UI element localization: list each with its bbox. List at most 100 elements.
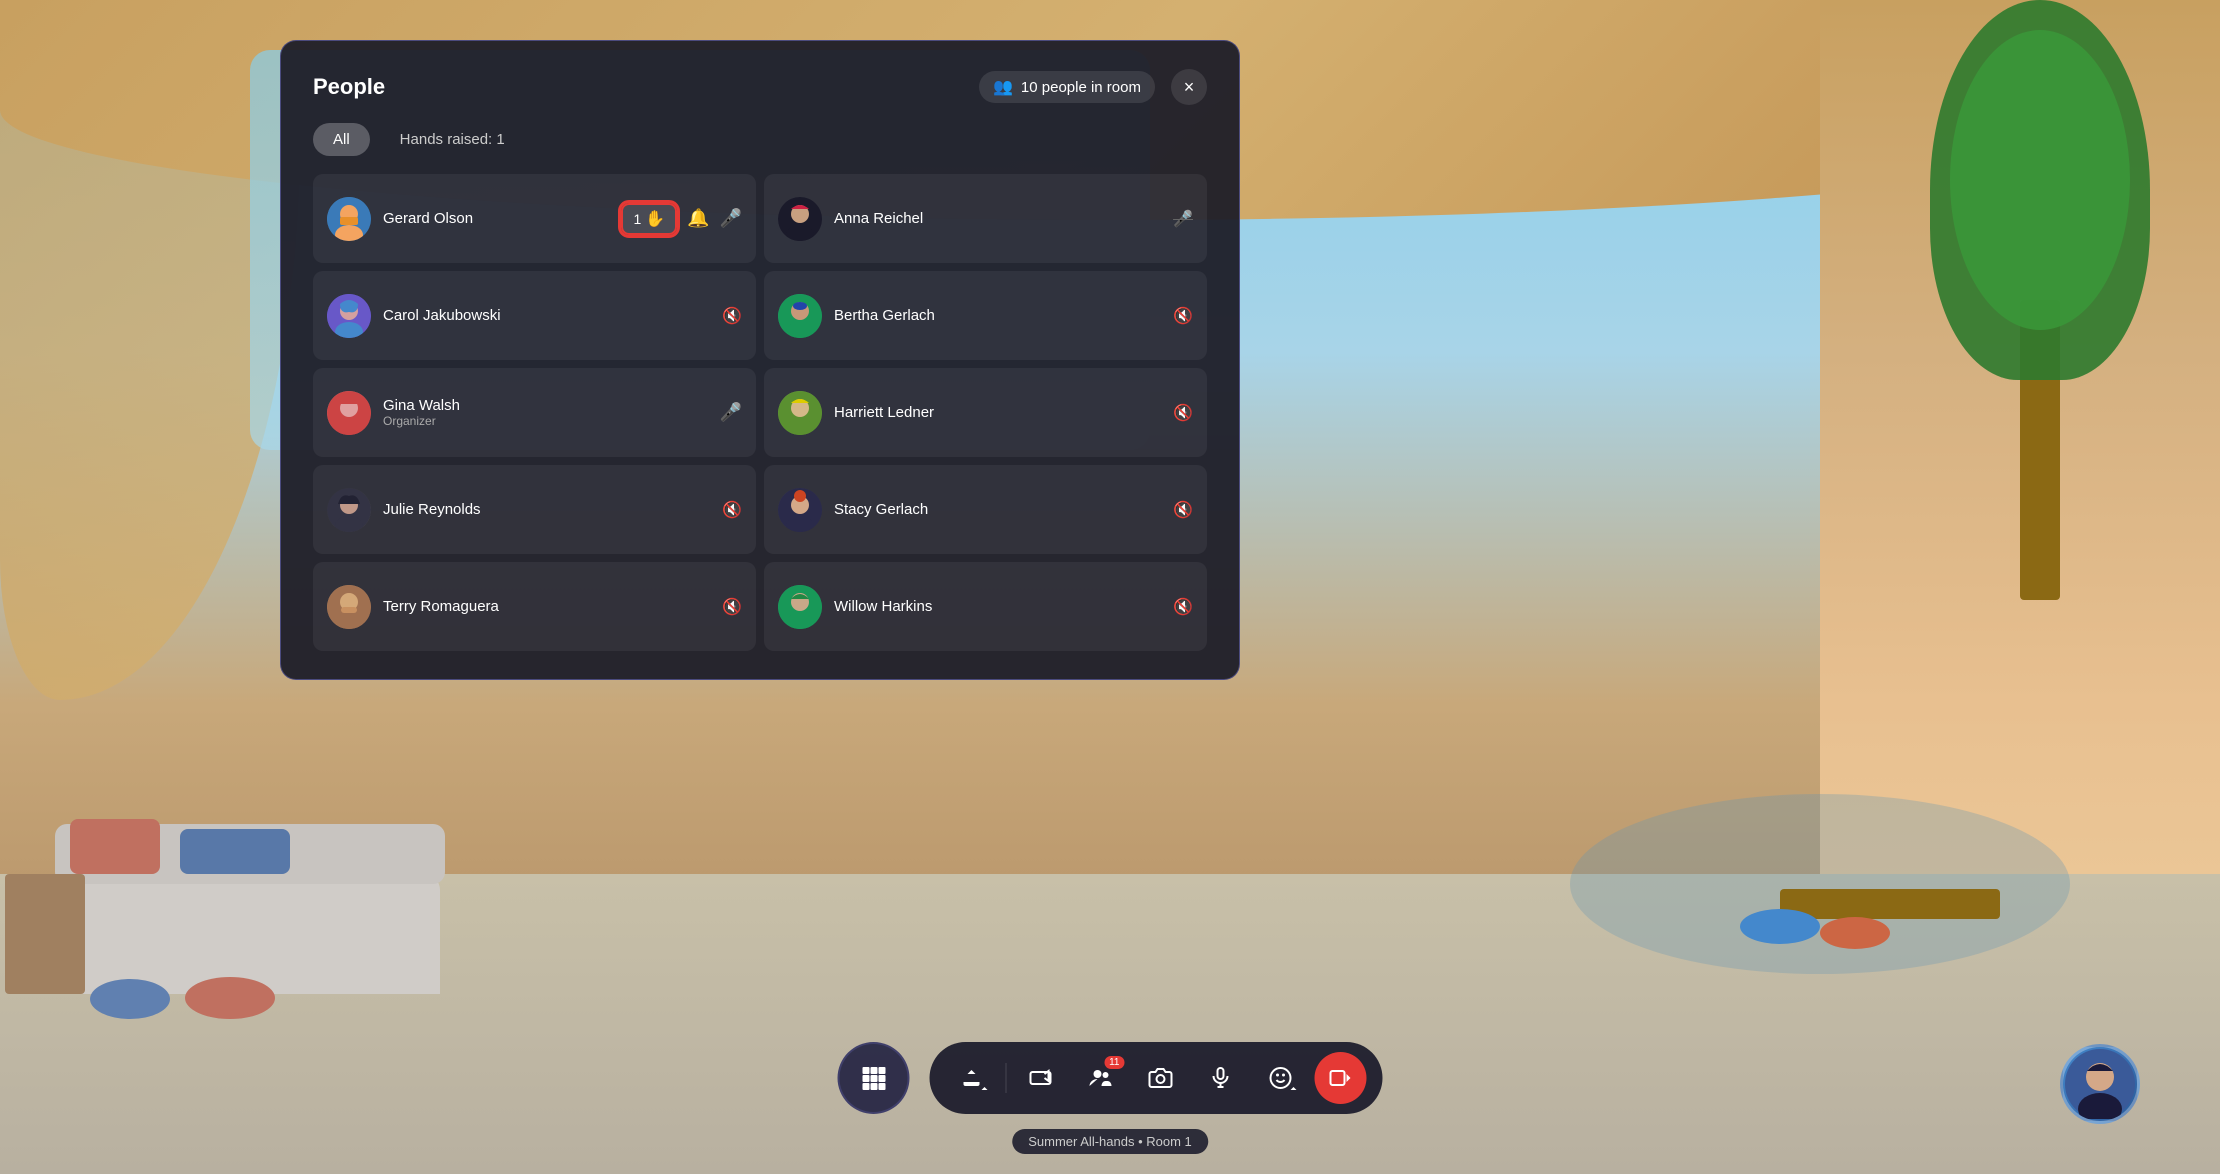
hand-raise-button[interactable]: 1 ✋	[621, 203, 677, 235]
mic-muted-icon: 🔇	[722, 306, 742, 326]
bg-floor-cushion-red	[185, 977, 275, 1019]
person-actions: 🔇	[1173, 500, 1193, 520]
person-info: Bertha Gerlach	[834, 307, 1161, 324]
avatar	[778, 197, 822, 241]
separator	[1006, 1063, 1007, 1093]
people-button[interactable]: 11	[1075, 1052, 1127, 1104]
person-name: Gerard Olson	[383, 210, 609, 227]
person-actions: 🔇	[1173, 306, 1193, 326]
people-grid: Gerard Olson 1 ✋ 🔔 🎤	[313, 174, 1207, 651]
avatar	[327, 294, 371, 338]
list-item: Gina Walsh Organizer 🎤	[313, 368, 756, 457]
tab-hands-raised[interactable]: Hands raised: 1	[380, 123, 525, 156]
microphone-active-icon: 🎤	[720, 402, 742, 423]
toolbar-pill: 11	[930, 1042, 1383, 1114]
bg-cushion-red	[70, 819, 160, 874]
panel-header: People 👥 10 people in room ×	[313, 69, 1207, 105]
person-name: Carol Jakubowski	[383, 307, 710, 324]
people-count-badge: 👥 10 people in room	[979, 71, 1155, 103]
list-item: Gerard Olson 1 ✋ 🔔 🎤	[313, 174, 756, 263]
person-name: Willow Harkins	[834, 598, 1161, 615]
person-info: Stacy Gerlach	[834, 501, 1161, 518]
avatar	[778, 391, 822, 435]
tab-all[interactable]: All	[313, 123, 370, 156]
panel-title: People	[313, 74, 385, 100]
camera-button[interactable]	[1135, 1052, 1187, 1104]
bg-item-blue	[1740, 909, 1820, 944]
person-actions: 🔇	[1173, 403, 1193, 423]
bg-table	[5, 874, 85, 994]
microphone-button[interactable]	[1195, 1052, 1247, 1104]
mic-muted-icon: 🔇	[722, 500, 742, 520]
person-name: Stacy Gerlach	[834, 501, 1161, 518]
person-info: Julie Reynolds	[383, 501, 710, 518]
list-item: Willow Harkins 🔇	[764, 562, 1207, 651]
avatar	[778, 294, 822, 338]
microphone-icon: 🎤	[720, 208, 742, 229]
user-avatar-self[interactable]	[2060, 1044, 2140, 1124]
bg-item-red	[1820, 917, 1890, 949]
person-name: Bertha Gerlach	[834, 307, 1161, 324]
mic-muted-icon: 🔇	[1173, 403, 1193, 423]
person-info: Harriett Ledner	[834, 404, 1161, 421]
person-name: Terry Romaguera	[383, 598, 710, 615]
person-info: Anna Reichel	[834, 210, 1161, 227]
person-name: Gina Walsh	[383, 397, 708, 414]
mic-muted-icon: 🔇	[1173, 306, 1193, 326]
avatar	[327, 391, 371, 435]
mic-muted-icon: 🔇	[722, 597, 742, 617]
mic-muted-icon: 🎤	[1173, 209, 1193, 229]
people-count-label: 10 people in room	[1021, 79, 1141, 96]
leave-button[interactable]	[1315, 1052, 1367, 1104]
share-button[interactable]	[946, 1052, 998, 1104]
list-item: Julie Reynolds 🔇	[313, 465, 756, 554]
person-info: Carol Jakubowski	[383, 307, 710, 324]
person-actions: 🔇	[722, 500, 742, 520]
bg-floor-cushion-blue	[90, 979, 170, 1019]
bg-tree-right	[1910, 0, 2170, 600]
mic-muted-icon: 🔇	[1173, 500, 1193, 520]
notification-icon: 🔔	[687, 208, 709, 229]
person-actions: 🎤	[720, 402, 742, 423]
avatar	[778, 585, 822, 629]
list-item: Anna Reichel 🎤	[764, 174, 1207, 263]
person-actions: 🔇	[1173, 597, 1193, 617]
session-label: Summer All-hands • Room 1	[1012, 1129, 1208, 1154]
avatar	[327, 488, 371, 532]
people-panel: People 👥 10 people in room × All Hands r…	[280, 40, 1240, 680]
people-count-badge: 11	[1104, 1056, 1124, 1069]
list-item: Carol Jakubowski 🔇	[313, 271, 756, 360]
grid-button[interactable]	[838, 1042, 910, 1114]
list-item: Bertha Gerlach 🔇	[764, 271, 1207, 360]
toolbar: 11	[838, 1042, 1383, 1114]
hand-emoji-icon: ✋	[645, 209, 665, 229]
person-info: Gina Walsh Organizer	[383, 397, 708, 428]
person-name: Anna Reichel	[834, 210, 1161, 227]
people-count-icon: 👥	[993, 77, 1013, 97]
bg-cushion-blue	[180, 829, 290, 874]
person-actions: 1 ✋ 🔔 🎤	[621, 203, 742, 235]
person-name: Harriett Ledner	[834, 404, 1161, 421]
avatar	[327, 197, 371, 241]
person-actions: 🎤	[1173, 209, 1193, 229]
bg-bench	[1780, 889, 2000, 919]
list-item: Harriett Ledner 🔇	[764, 368, 1207, 457]
bg-pool	[1570, 794, 2070, 974]
person-info: Willow Harkins	[834, 598, 1161, 615]
person-name: Julie Reynolds	[383, 501, 710, 518]
person-info: Terry Romaguera	[383, 598, 710, 615]
person-info: Gerard Olson	[383, 210, 609, 227]
avatar	[327, 585, 371, 629]
close-button[interactable]: ×	[1171, 69, 1207, 105]
person-role: Organizer	[383, 414, 708, 428]
person-actions: 🔇	[722, 306, 742, 326]
avatar	[778, 488, 822, 532]
list-item: Terry Romaguera 🔇	[313, 562, 756, 651]
view-button[interactable]	[1015, 1052, 1067, 1104]
panel-header-right: 👥 10 people in room ×	[979, 69, 1207, 105]
tabs-row: All Hands raised: 1	[313, 123, 1207, 156]
bg-sofa	[60, 874, 440, 994]
person-actions: 🔇	[722, 597, 742, 617]
hand-count: 1	[633, 211, 641, 227]
emoji-button[interactable]	[1255, 1052, 1307, 1104]
